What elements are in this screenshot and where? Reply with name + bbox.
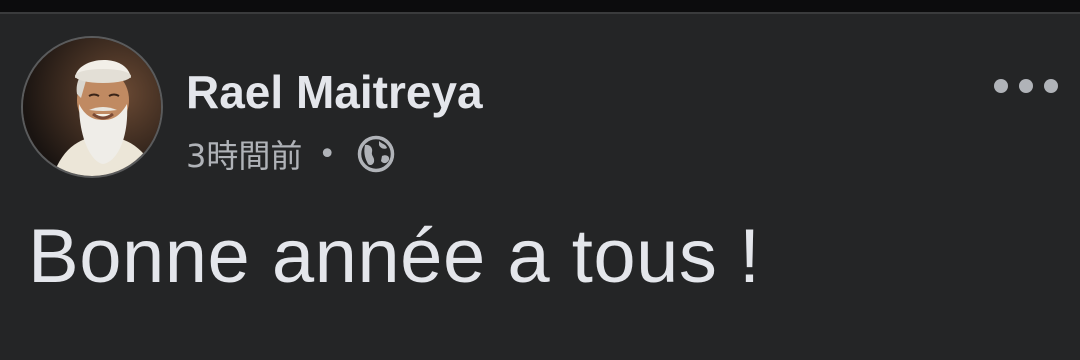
more-options-icon [994,79,1008,93]
timestamp[interactable]: 3時間前 [186,131,302,177]
post-card: Rael Maitreya 3時間前 • Bonne année a tous … [0,14,1080,360]
more-options-dot [1044,79,1058,93]
more-options-button[interactable] [990,70,1062,102]
meta-separator: • [318,136,337,172]
post-text: Bonne année a tous ! [28,214,761,299]
avatar[interactable] [21,36,163,178]
profile-photo [23,38,161,176]
globe-icon [356,134,396,174]
top-bar [0,0,1080,12]
post-meta: 3時間前 • [186,131,396,177]
author-name[interactable]: Rael Maitreya [186,66,483,118]
more-options-dot [1019,79,1033,93]
